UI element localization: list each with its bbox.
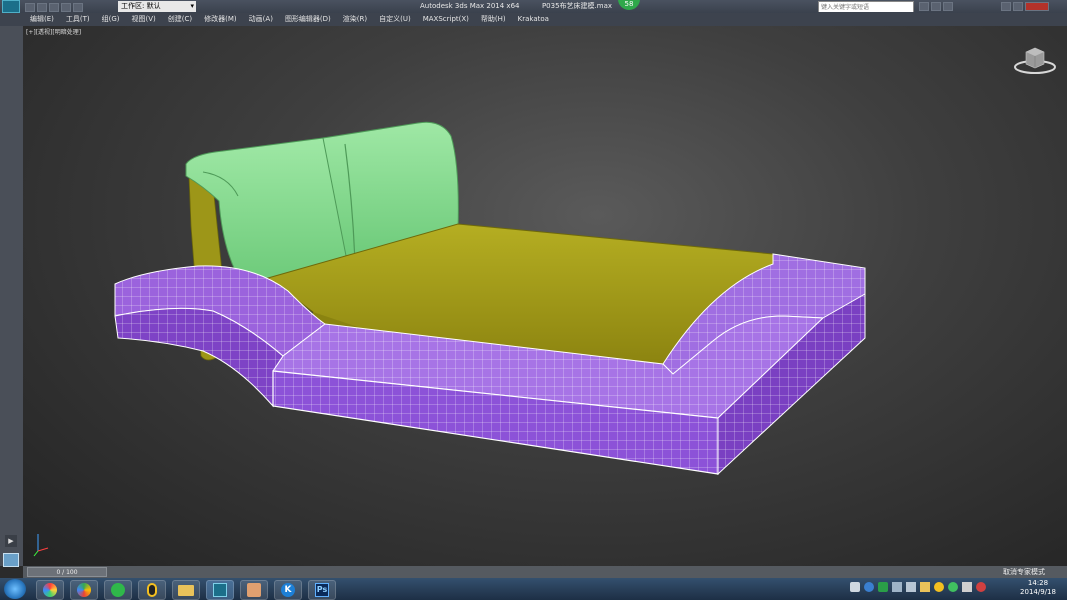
title-bar: 工作区: 默认 ▾ Autodesk 3ds Max 2014 x64 P035… [0, 0, 1067, 13]
minimize-icon[interactable] [1001, 2, 1011, 11]
help-icon[interactable] [943, 2, 953, 11]
ps-app-label: Ps [315, 583, 329, 597]
search-input[interactable] [818, 1, 914, 12]
workspace-dropdown[interactable]: 工作区: 默认 ▾ [118, 1, 196, 12]
flag-icon[interactable] [920, 582, 930, 592]
windows-taskbar: K Ps 14:28 2014/9/18 [0, 578, 1067, 600]
explorer-icon[interactable] [104, 580, 132, 600]
power-icon[interactable] [976, 582, 986, 592]
shield-icon[interactable] [878, 582, 888, 592]
clock-date: 2014/9/18 [1020, 588, 1056, 596]
keyboard-icon[interactable] [850, 582, 860, 592]
help-tray-icon[interactable] [864, 582, 874, 592]
menu-view[interactable]: 视图(V) [126, 13, 162, 26]
bed-3d-model[interactable] [23, 26, 1067, 566]
menu-bar: 编辑(E) 工具(T) 组(G) 视图(V) 创建(C) 修改器(M) 动画(A) 图形编辑器… [0, 13, 1067, 26]
volume-icon[interactable] [906, 582, 916, 592]
play-button[interactable]: ▶ [5, 535, 17, 547]
menu-create[interactable]: 创建(C) [162, 13, 198, 26]
system-tray [850, 582, 986, 592]
menu-animation[interactable]: 动画(A) [243, 13, 279, 26]
qq-tray-icon[interactable] [934, 582, 944, 592]
chevron-down-icon: ▾ [190, 2, 194, 10]
clock-time: 14:28 [1027, 579, 1049, 587]
menu-help[interactable]: 帮助(H) [475, 13, 512, 26]
restore-icon[interactable] [1013, 2, 1023, 11]
start-button[interactable] [4, 579, 26, 599]
clock[interactable]: 14:28 2014/9/18 [1016, 579, 1060, 597]
search-field[interactable] [819, 3, 913, 12]
network-icon[interactable] [892, 582, 902, 592]
workspace-label: 工作区: 默认 [121, 2, 161, 10]
browser-icon[interactable] [36, 580, 64, 600]
time-slider[interactable]: 0 / 100 取消专家模式 [23, 566, 1067, 578]
battery-icon[interactable] [962, 582, 972, 592]
new-file-icon[interactable] [25, 3, 35, 12]
left-command-strip: ▶ [0, 26, 23, 567]
frame-counter: 0 / 100 [56, 569, 78, 576]
badge: 58 [618, 0, 640, 10]
open-file-icon[interactable] [37, 3, 47, 12]
undo-icon[interactable] [61, 3, 71, 12]
star-icon[interactable] [931, 2, 941, 11]
perspective-viewport[interactable]: [+][透视][明暗处理] [23, 26, 1067, 566]
menu-modifiers[interactable]: 修改器(M) [198, 13, 243, 26]
image-icon[interactable] [240, 580, 268, 600]
badge-count: 58 [624, 0, 634, 8]
3dsmax-icon[interactable] [206, 580, 234, 600]
app-logo-icon[interactable] [2, 0, 20, 13]
menu-group[interactable]: 组(G) [96, 13, 126, 26]
expert-mode-status[interactable]: 取消专家模式 [1003, 568, 1045, 576]
file-name: P035布艺床建模.max [541, 2, 613, 10]
menu-rendering[interactable]: 渲染(R) [337, 13, 373, 26]
menu-edit[interactable]: 编辑(E) [24, 13, 60, 26]
antivirus-icon[interactable] [948, 582, 958, 592]
viewport-toggle[interactable] [3, 553, 19, 567]
menu-krakatoa[interactable]: Krakatoa [512, 13, 555, 26]
menu-tools[interactable]: 工具(T) [60, 13, 96, 26]
save-icon[interactable] [49, 3, 59, 12]
menu-graph-editors[interactable]: 图形编辑器(D) [279, 13, 337, 26]
k-icon[interactable]: K [274, 580, 302, 600]
binoculars-icon[interactable] [919, 2, 929, 11]
browser2-icon[interactable] [70, 580, 98, 600]
ps-icon[interactable]: Ps [308, 580, 336, 600]
app-title: Autodesk 3ds Max 2014 x64 [420, 2, 520, 10]
close-icon[interactable] [1025, 2, 1049, 11]
k-app-label: K [281, 583, 295, 597]
folder-icon[interactable] [172, 580, 200, 600]
menu-maxscript[interactable]: MAXScript(X) [417, 13, 475, 26]
qq-icon[interactable] [138, 580, 166, 600]
axis-tripod-icon [33, 534, 49, 557]
redo-icon[interactable] [73, 3, 83, 12]
menu-customize[interactable]: 自定义(U) [373, 13, 417, 26]
time-slider-thumb[interactable]: 0 / 100 [27, 567, 107, 577]
